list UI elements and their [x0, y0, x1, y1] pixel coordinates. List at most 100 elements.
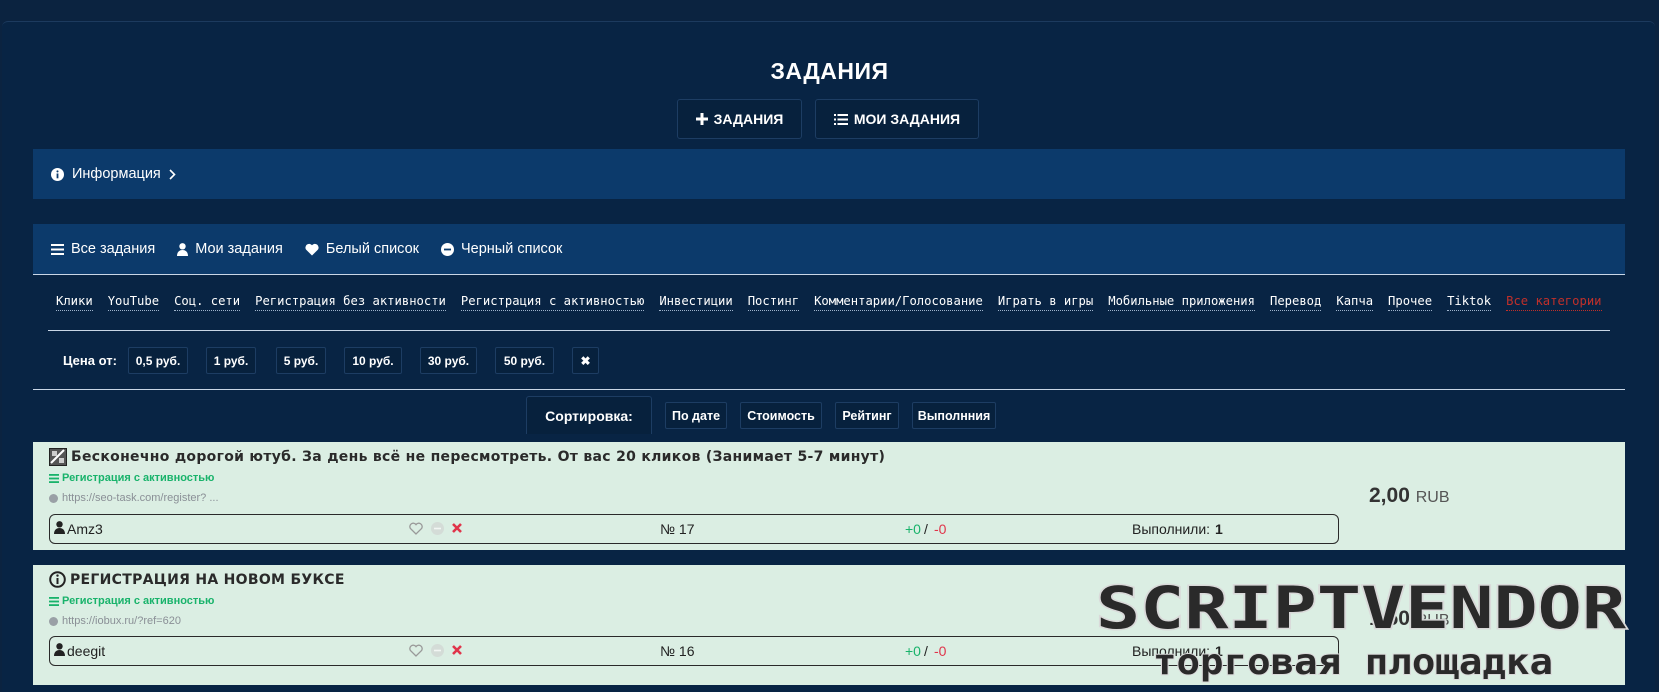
close-icon[interactable] [451, 644, 463, 656]
task-url: https://seo-task.com/register? ... [49, 492, 219, 504]
my-tasks-label: МОИ ЗАДАНИЯ [853, 111, 961, 127]
task-info-bar: deegit № 16 +0 / -0 Выполнили: 1 [49, 636, 1339, 666]
tab-label: Черный список [461, 241, 563, 257]
price-option-button[interactable]: 0,5 руб. [128, 347, 188, 374]
list-icon [833, 113, 848, 125]
task-title[interactable]: РЕГИСТРАЦИЯ НА НОВОМ БУКСЕ [49, 571, 345, 588]
sort-by-cost-button[interactable]: Стоимость [740, 402, 822, 429]
category-link[interactable]: Комментарии/Голосование [814, 294, 983, 311]
price-option-button[interactable]: 50 руб. [495, 347, 554, 374]
sort-by-rating-button[interactable]: Рейтинг [835, 402, 899, 429]
bars-icon [49, 596, 59, 606]
close-icon[interactable] [451, 522, 463, 534]
sort-by-date-button[interactable]: По дате [665, 402, 727, 429]
task-category: Регистрация с активностью [49, 595, 214, 607]
heart-icon [305, 243, 319, 256]
task-title-text: РЕГИСТРАЦИЯ НА НОВОМ БУКСЕ [70, 571, 345, 588]
category-links: Клики YouTube Соц. сети Регистрация без … [56, 294, 1617, 311]
info-toggle[interactable]: Информация [33, 149, 1625, 199]
completed-count: 1 [1215, 521, 1223, 537]
divider [33, 274, 1625, 275]
heart-outline-icon[interactable] [409, 522, 423, 535]
heart-outline-icon[interactable] [409, 644, 423, 657]
completed-label: Выполнили: [1132, 643, 1211, 659]
rating-minus: -0 [934, 643, 947, 659]
task-category-label: Регистрация с активностью [62, 595, 215, 607]
rating-plus: +0 [905, 521, 921, 537]
globe-icon [49, 616, 58, 626]
sort-label: Сортировка: [526, 396, 652, 434]
divider [33, 389, 1625, 390]
minus-circle-icon [441, 242, 454, 256]
task-thumbnail-icon [49, 571, 66, 588]
task-price-value: 2,00 [1369, 484, 1410, 507]
category-link[interactable]: Соц. сети [174, 294, 241, 311]
category-link[interactable]: Постинг [747, 294, 800, 311]
category-link[interactable]: Играть в игры [997, 294, 1094, 311]
task-price-value: 1,50 [1369, 607, 1410, 630]
price-option-button[interactable]: 1 руб. [206, 347, 256, 374]
task-card[interactable]: РЕГИСТРАЦИЯ НА НОВОМ БУКСЕ Регистрация с… [33, 565, 1625, 685]
task-author[interactable]: deegit [67, 643, 105, 659]
task-number: № 17 [660, 521, 695, 537]
tab-white-list[interactable]: Белый список [305, 241, 419, 257]
clear-filter-button[interactable]: ✖ [572, 347, 599, 374]
category-link[interactable]: Перевод [1269, 294, 1322, 311]
task-title[interactable]: Бесконечно дорогой ютуб. За день всё не … [49, 448, 885, 466]
user-icon [54, 643, 65, 656]
task-url-text: https://iobux.ru/?ref=620 [62, 615, 181, 627]
my-tasks-button[interactable]: МОИ ЗАДАНИЯ [815, 99, 979, 139]
category-link[interactable]: Клики [56, 294, 93, 311]
category-link[interactable]: Инвестиции [659, 294, 733, 311]
category-link-all[interactable]: Все категории [1506, 294, 1602, 311]
completed-count: 1 [1215, 643, 1223, 659]
category-link[interactable]: Tiktok [1447, 294, 1492, 311]
rating-separator: / [924, 521, 928, 537]
tab-my-tasks[interactable]: Мои задания [177, 241, 283, 257]
minus-circle-icon[interactable] [431, 522, 444, 535]
add-task-button[interactable]: ЗАДАНИЯ [677, 99, 802, 139]
tab-all-tasks[interactable]: Все задания [51, 241, 155, 257]
page-title: ЗАДАНИЯ [770, 58, 889, 84]
plus-icon [695, 113, 708, 125]
user-icon [54, 521, 65, 534]
info-label: Информация [72, 166, 161, 182]
category-link[interactable]: Прочее [1388, 294, 1433, 311]
category-link[interactable]: Регистрация с активностью [460, 294, 645, 311]
task-card[interactable]: Бесконечно дорогой ютуб. За день всё не … [33, 442, 1625, 550]
tab-label: Все задания [71, 241, 156, 257]
tab-black-list[interactable]: Черный список [441, 241, 562, 257]
task-thumbnail-icon [49, 448, 67, 466]
price-option-button[interactable]: 10 руб. [344, 347, 402, 374]
task-price-currency: RUB [1415, 612, 1450, 629]
divider [48, 330, 1610, 331]
chevron-right-icon [169, 168, 176, 180]
task-price-currency: RUB [1415, 489, 1450, 506]
category-link[interactable]: Мобильные приложения [1108, 294, 1255, 311]
completed-label: Выполнили: [1132, 521, 1211, 537]
task-category-label: Регистрация с активностью [62, 472, 215, 484]
price-filter-label: Цена от: [63, 353, 117, 368]
task-title-text: Бесконечно дорогой ютуб. За день всё не … [71, 449, 886, 465]
sort-by-completions-button[interactable]: Выполнния [912, 402, 996, 429]
task-category: Регистрация с активностью [49, 472, 214, 484]
tab-label: Мои задания [195, 241, 283, 257]
minus-circle-icon[interactable] [431, 644, 444, 657]
task-info-bar: Amz3 № 17 +0 / -0 Выполнили: 1 [49, 514, 1339, 544]
price-option-button[interactable]: 30 руб. [420, 347, 477, 374]
add-task-label: ЗАДАНИЯ [713, 111, 784, 127]
task-author[interactable]: Amz3 [67, 521, 103, 537]
task-number: № 16 [660, 643, 695, 659]
task-price: 1,50 RUB [1369, 607, 1450, 631]
user-icon [177, 242, 189, 256]
task-price: 2,00 RUB [1369, 484, 1450, 508]
tab-label: Белый список [325, 241, 419, 257]
price-option-button[interactable]: 5 руб. [276, 347, 326, 374]
category-link[interactable]: YouTube [107, 294, 160, 311]
rating-minus: -0 [934, 521, 947, 537]
bars-icon [51, 243, 64, 255]
category-link[interactable]: Капча [1336, 294, 1374, 311]
category-link[interactable]: Регистрация без активности [255, 294, 446, 311]
info-icon [51, 167, 64, 181]
rating-separator: / [924, 643, 928, 659]
